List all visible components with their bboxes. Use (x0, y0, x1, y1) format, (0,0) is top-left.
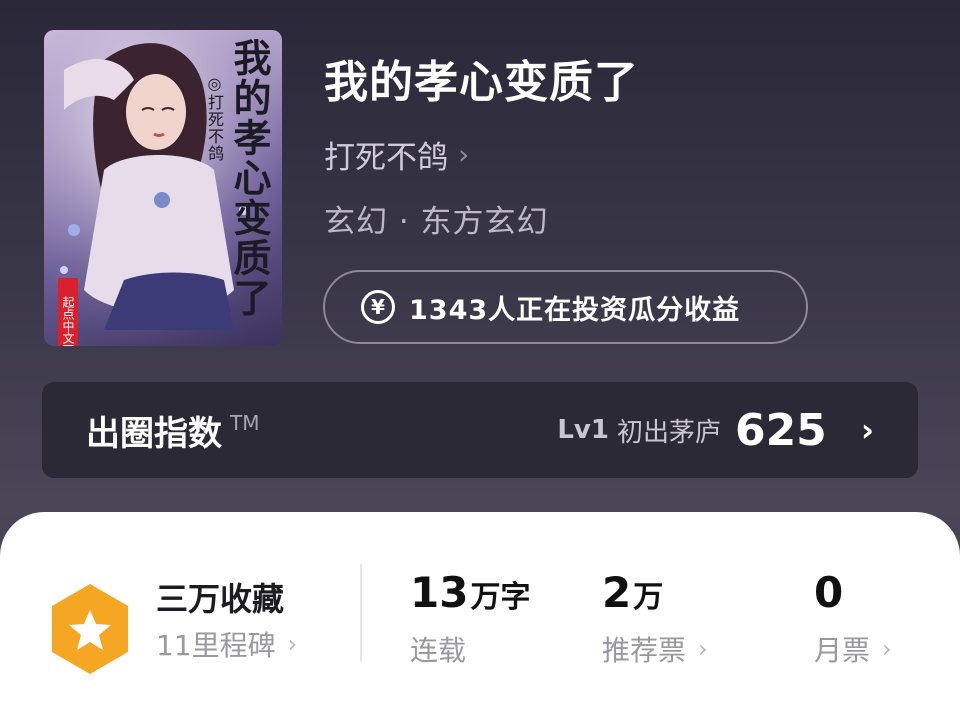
author-name: 打死不鸽 (324, 140, 448, 176)
monthly-ticket-stat[interactable]: 0 月票 › (814, 568, 892, 669)
index-level: Lv1 (557, 415, 609, 445)
star-badge-icon (52, 584, 128, 674)
book-title: 我的孝心变质了 (324, 57, 639, 108)
yen-icon: ¥ (361, 290, 395, 324)
index-summary: Lv1 初出茅庐 625 › (557, 405, 874, 456)
word-count-unit: 万字 (470, 580, 531, 615)
index-score: 625 (734, 404, 827, 456)
trademark-mark: TM (230, 411, 260, 435)
recommend-stat[interactable]: 2 万 推荐票 › (602, 568, 708, 669)
chevron-right-icon: › (698, 635, 708, 663)
book-cover[interactable]: 我的孝心变质了 ◎打死不鸽 起点中文网 (44, 30, 282, 346)
favorites-title: 三万收藏 (156, 580, 285, 618)
popularity-index-card[interactable]: 出圈指数 TM Lv1 初出茅庐 625 › (42, 382, 918, 478)
recommend-number: 2 (602, 568, 632, 617)
invest-button[interactable]: ¥ 1343人正在投资瓜分收益 (323, 270, 808, 344)
book-genre: 玄幻 · 东方玄幻 (324, 204, 549, 240)
recommend-unit: 万 (633, 580, 664, 615)
chevron-right-icon: › (287, 630, 298, 658)
author-link[interactable]: 打死不鸽 › (324, 132, 469, 177)
divider (360, 564, 362, 662)
monthly-number: 0 (814, 568, 844, 617)
stats-panel: 三万收藏 11里程碑 › 13 万字 连载 2 万 推荐票 › 0 月票 › (0, 512, 960, 720)
word-count-stat: 13 万字 连载 (410, 568, 530, 669)
recommend-label: 推荐票 (602, 634, 687, 667)
milestone-link[interactable]: 11里程碑 › (156, 624, 297, 664)
chevron-right-icon: › (882, 635, 892, 663)
cover-publisher-logo: 起点中文网 (58, 278, 78, 346)
index-level-name: 初出茅庐 (616, 417, 721, 448)
invest-text: 1343人正在投资瓜分收益 (409, 294, 741, 326)
cover-title-text: 我的孝心变质了 (227, 38, 272, 318)
index-title: 出圈指数 (86, 413, 222, 454)
chevron-right-icon: › (458, 138, 470, 171)
milestone-text: 11里程碑 (156, 629, 276, 662)
monthly-label: 月票 (814, 634, 871, 667)
chevron-right-icon: › (860, 411, 874, 449)
word-count-number: 13 (410, 568, 469, 617)
word-count-label: 连载 (410, 634, 467, 667)
cover-author-text: ◎打死不鸽 (205, 74, 224, 162)
